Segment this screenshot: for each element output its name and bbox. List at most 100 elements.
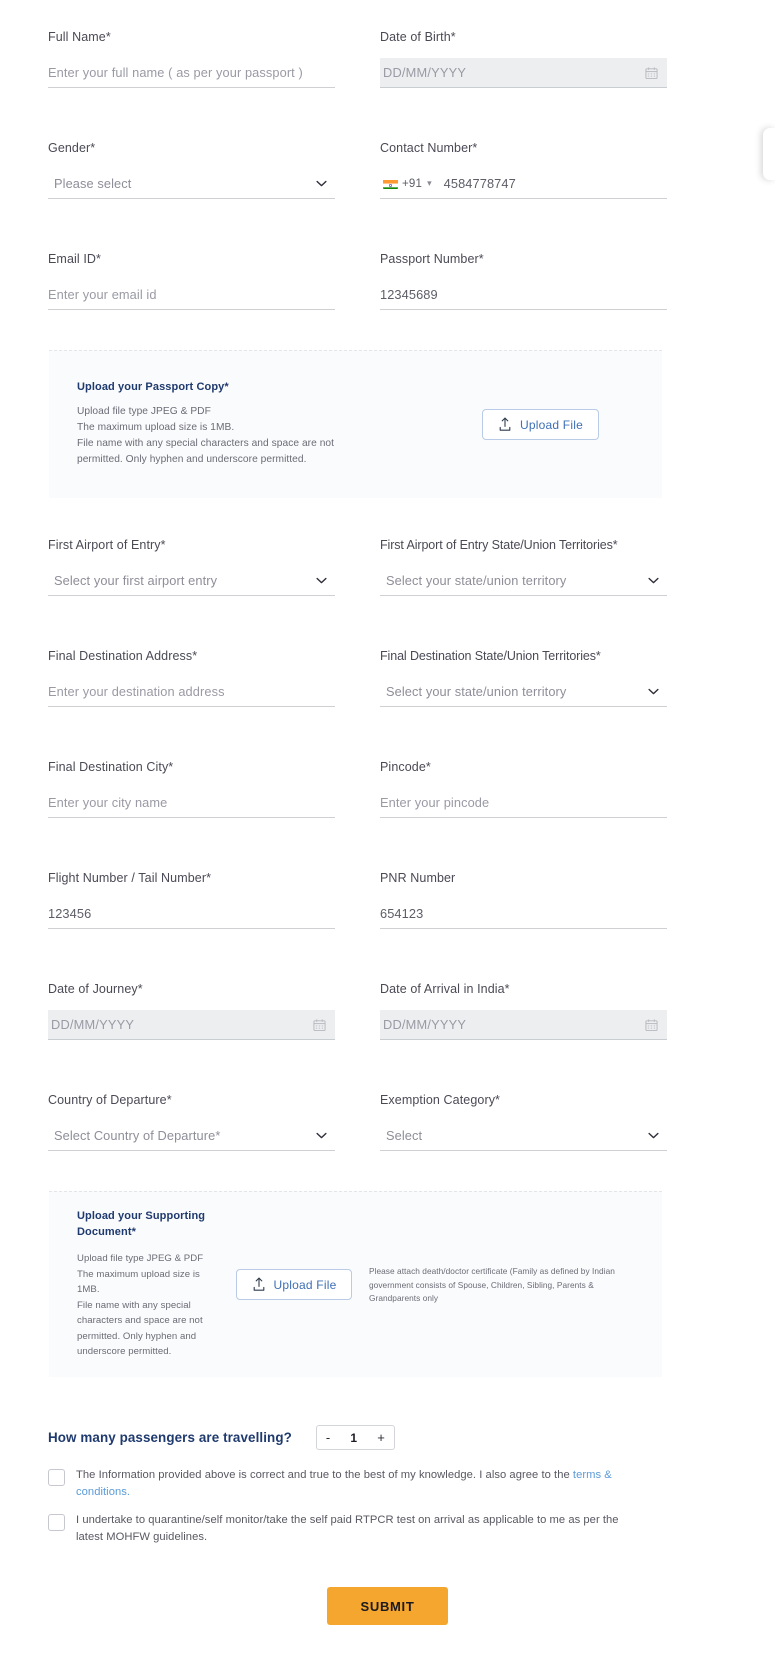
flight-number-label: Flight Number / Tail Number* (48, 871, 212, 885)
upload-passport-line2: The maximum upload size is 1MB. (77, 421, 235, 433)
final-city-label: Final Destination City* (48, 760, 174, 774)
gender-select[interactable]: Please select (48, 169, 335, 199)
final-address-label: Final Destination Address* (48, 649, 198, 663)
upload-passport-instructions: Upload file type JPEG & PDF The maximum … (77, 404, 407, 468)
form-row-name-dob: Full Name* Enter your full name ( as per… (48, 30, 727, 88)
pincode-label: Pincode* (380, 760, 431, 774)
exemption-category-label: Exemption Category* (380, 1093, 501, 1107)
passport-number-label: Passport Number* (380, 252, 484, 266)
india-flag-icon (383, 178, 398, 189)
passport-number-input[interactable]: 12345689 (380, 280, 667, 310)
first-airport-state-selected-value: Select your state/union territory (386, 573, 567, 588)
upload-passport-line1: Upload file type JPEG & PDF (77, 405, 211, 417)
submit-section: SUBMIT (48, 1587, 727, 1670)
upload-passport-text: Upload your Passport Copy* Upload file t… (77, 381, 407, 468)
date-of-arrival-input[interactable]: DD/MM/YYYY (380, 1010, 667, 1040)
form-row-gender-contact: Gender* Please select Contact Number* +9… (48, 141, 727, 199)
upload-icon (252, 1277, 266, 1292)
pnr-number-label: PNR Number (380, 871, 456, 885)
first-airport-state-select[interactable]: Select your state/union territory (380, 566, 667, 596)
consent-checkbox-2[interactable] (48, 1514, 65, 1532)
floating-edge-tab[interactable] (763, 128, 775, 180)
flight-number-input[interactable]: 123456 (48, 899, 335, 929)
consent-text-1: The Information provided above is correc… (76, 1467, 621, 1501)
field-final-city: Final Destination City* Enter your city … (48, 760, 335, 818)
final-state-select[interactable]: Select your state/union territory (380, 677, 667, 707)
pnr-number-value: 654123 (380, 906, 424, 921)
full-name-placeholder: Enter your full name ( as per your passp… (48, 65, 303, 80)
upload-supporting-line3: 1MB. (77, 1284, 100, 1296)
upload-supporting-title: Upload your Supporting Document* (77, 1210, 206, 1239)
chevron-down-icon (648, 577, 659, 584)
first-airport-state-label: First Airport of Entry State/Union Terri… (380, 538, 618, 552)
passenger-count-stepper[interactable]: - 1 + (315, 1425, 395, 1450)
upload-passport-line4: permitted. Only hyphen and underscore pe… (77, 454, 307, 466)
country-departure-select[interactable]: Select Country of Departure* (48, 1121, 335, 1151)
final-address-input[interactable]: Enter your destination address (48, 677, 335, 707)
field-date-of-journey: Date of Journey* DD/MM/YYYY (48, 982, 335, 1040)
country-code-selector[interactable]: +91 ▾ (380, 178, 432, 190)
consent-text-1-before: The Information provided above is correc… (76, 1469, 573, 1481)
exemption-category-select[interactable]: Select (380, 1121, 667, 1151)
date-of-arrival-placeholder: DD/MM/YYYY (383, 1017, 467, 1032)
field-email: Email ID* Enter your email id (48, 252, 335, 310)
calendar-icon (645, 1018, 658, 1031)
date-of-journey-placeholder: DD/MM/YYYY (51, 1017, 135, 1032)
upload-supporting-button[interactable]: Upload File (235, 1269, 353, 1300)
field-pincode: Pincode* Enter your pincode (380, 760, 667, 818)
field-gender: Gender* Please select (48, 141, 335, 199)
date-of-journey-label: Date of Journey* (48, 982, 143, 996)
final-city-input[interactable]: Enter your city name (48, 788, 335, 818)
field-date-of-arrival: Date of Arrival in India* DD/MM/YYYY (380, 982, 667, 1040)
upload-passport-button[interactable]: Upload File (482, 409, 599, 440)
form-row-flight-pnr: Flight Number / Tail Number* 123456 PNR … (48, 871, 727, 929)
date-of-arrival-label: Date of Arrival in India* (380, 982, 510, 996)
passenger-decrement-button[interactable]: - (326, 1431, 330, 1444)
full-name-input[interactable]: Enter your full name ( as per your passp… (48, 58, 335, 88)
field-contact-number: Contact Number* +91 ▾ 4584778747 (380, 141, 667, 199)
flight-number-value: 123456 (48, 906, 92, 921)
pincode-placeholder: Enter your pincode (380, 795, 490, 810)
form-row-email-passport: Email ID* Enter your email id Passport N… (48, 252, 727, 310)
upload-supporting-panel: Upload your Supporting Document* Upload … (49, 1191, 662, 1377)
email-label: Email ID* (48, 252, 101, 266)
first-airport-select[interactable]: Select your first airport entry (48, 566, 335, 596)
upload-supporting-line5: characters and space are not (77, 1315, 203, 1327)
upload-supporting-note: Please attach death/doctor certificate (… (369, 1266, 615, 1304)
upload-supporting-text: Upload your Supporting Document* Upload … (69, 1209, 219, 1360)
contact-number-input[interactable]: +91 ▾ 4584778747 (380, 169, 667, 199)
upload-supporting-line1: Upload file type JPEG & PDF (77, 1253, 204, 1265)
passenger-increment-button[interactable]: + (377, 1431, 385, 1444)
dob-input[interactable]: DD/MM/YYYY (380, 58, 667, 88)
field-final-address: Final Destination Address* Enter your de… (48, 649, 335, 707)
field-full-name: Full Name* Enter your full name ( as per… (48, 30, 335, 88)
field-final-state: Final Destination State/Union Territorie… (380, 649, 667, 707)
upload-supporting-button-label: Upload File (273, 1277, 337, 1292)
pnr-number-input[interactable]: 654123 (380, 899, 667, 929)
email-input[interactable]: Enter your email id (48, 280, 335, 310)
date-of-journey-input[interactable]: DD/MM/YYYY (48, 1010, 335, 1040)
upload-supporting-line4: File name with any special (77, 1299, 191, 1311)
consent-checkbox-1[interactable] (48, 1469, 65, 1486)
upload-supporting-line7: underscore permitted. (77, 1346, 172, 1358)
gender-label: Gender* (48, 141, 96, 155)
dob-label: Date of Birth* (380, 30, 456, 44)
final-state-label: Final Destination State/Union Territorie… (380, 649, 601, 663)
form-row-destination: Final Destination Address* Enter your de… (48, 649, 727, 707)
field-first-airport-state: First Airport of Entry State/Union Terri… (380, 538, 667, 596)
first-airport-selected-value: Select your first airport entry (54, 573, 218, 588)
submit-button[interactable]: SUBMIT (327, 1587, 448, 1626)
upload-supporting-line6: permitted. Only hyphen and (77, 1330, 197, 1342)
field-country-departure: Country of Departure* Select Country of … (48, 1093, 335, 1151)
upload-icon (498, 417, 512, 432)
calendar-icon (313, 1018, 326, 1031)
contact-number-label: Contact Number* (380, 141, 478, 155)
final-city-placeholder: Enter your city name (48, 795, 168, 810)
chevron-down-icon (648, 688, 659, 695)
country-code-value: +91 (402, 177, 423, 190)
pincode-input[interactable]: Enter your pincode (380, 788, 667, 818)
country-code-caret: ▾ (427, 178, 432, 188)
form-row-airport: First Airport of Entry* Select your firs… (48, 538, 727, 596)
field-exemption-category: Exemption Category* Select (380, 1093, 667, 1151)
upload-passport-button-label: Upload File (520, 417, 583, 432)
